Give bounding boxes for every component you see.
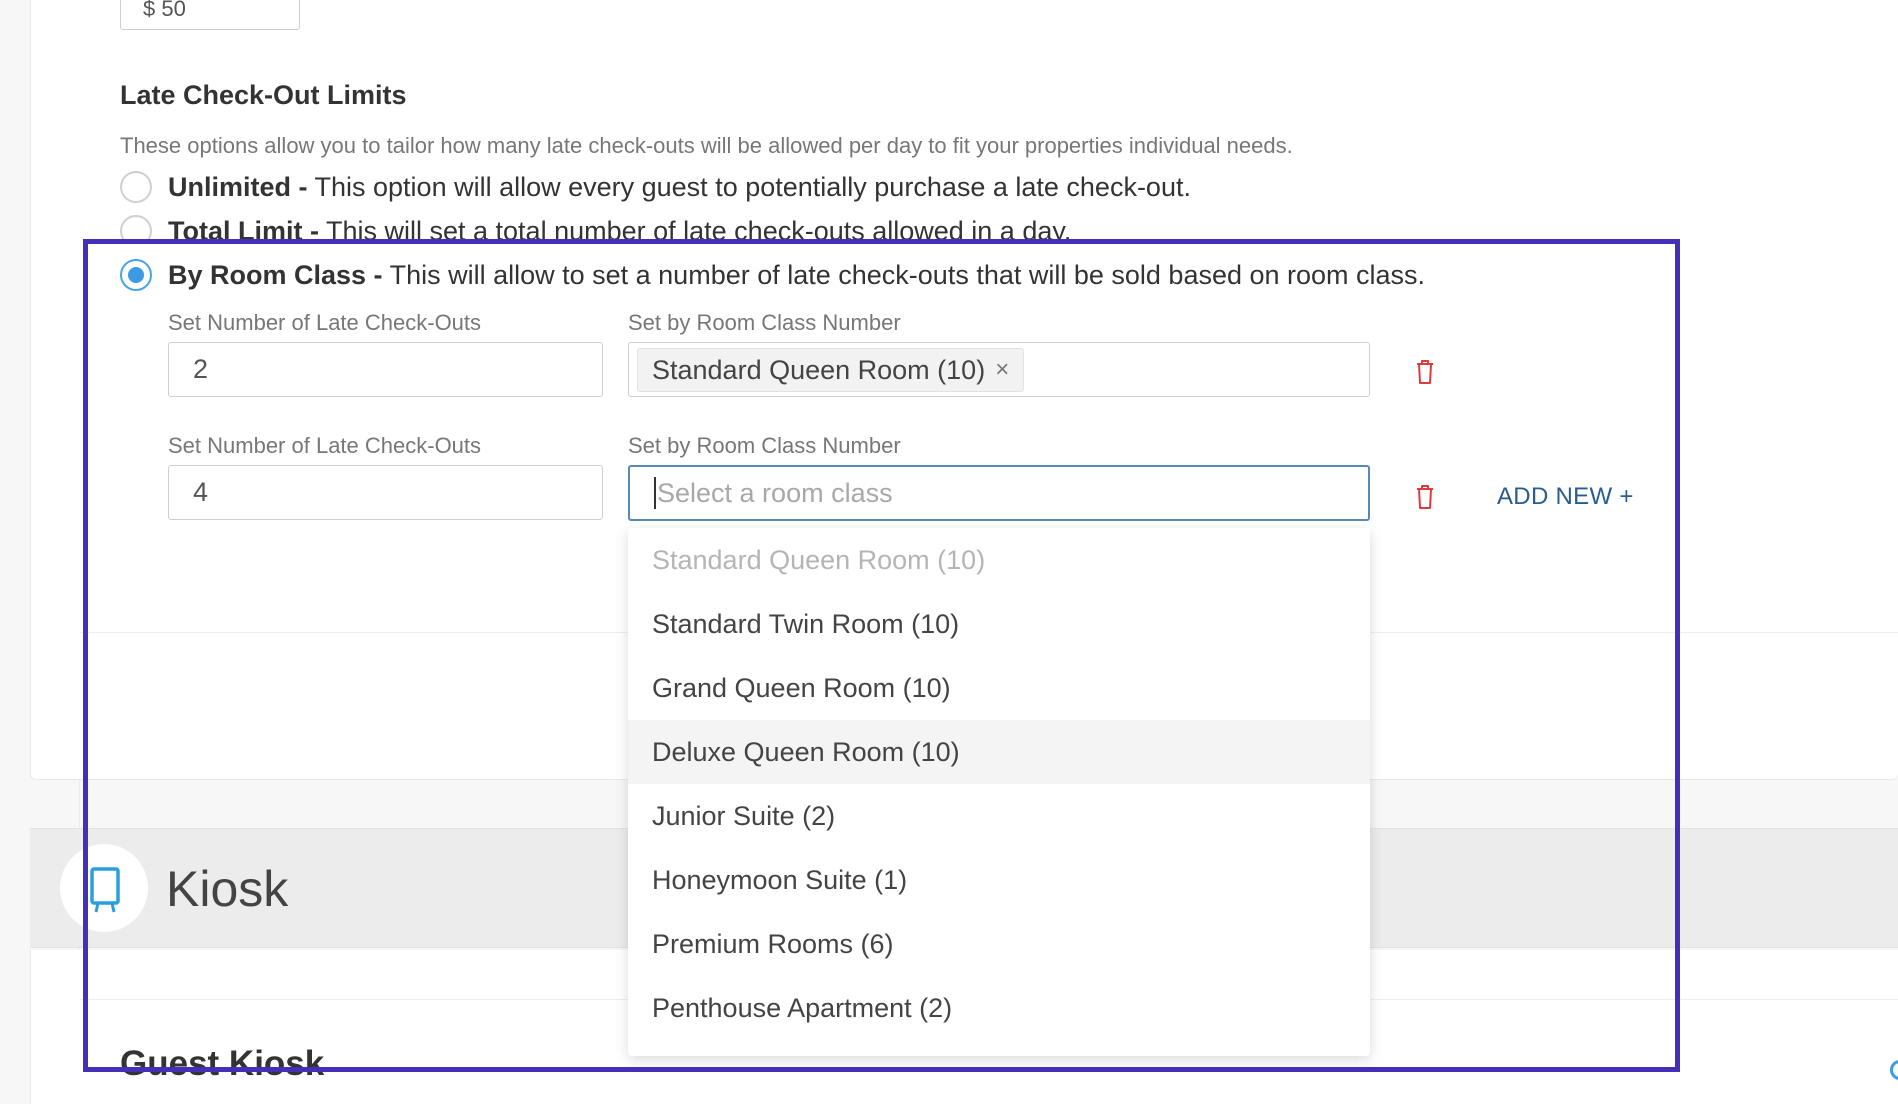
highlight-box [83, 239, 1680, 1072]
total-limit-clip: Total Limit - This will set a total numb… [0, 0, 1898, 244]
